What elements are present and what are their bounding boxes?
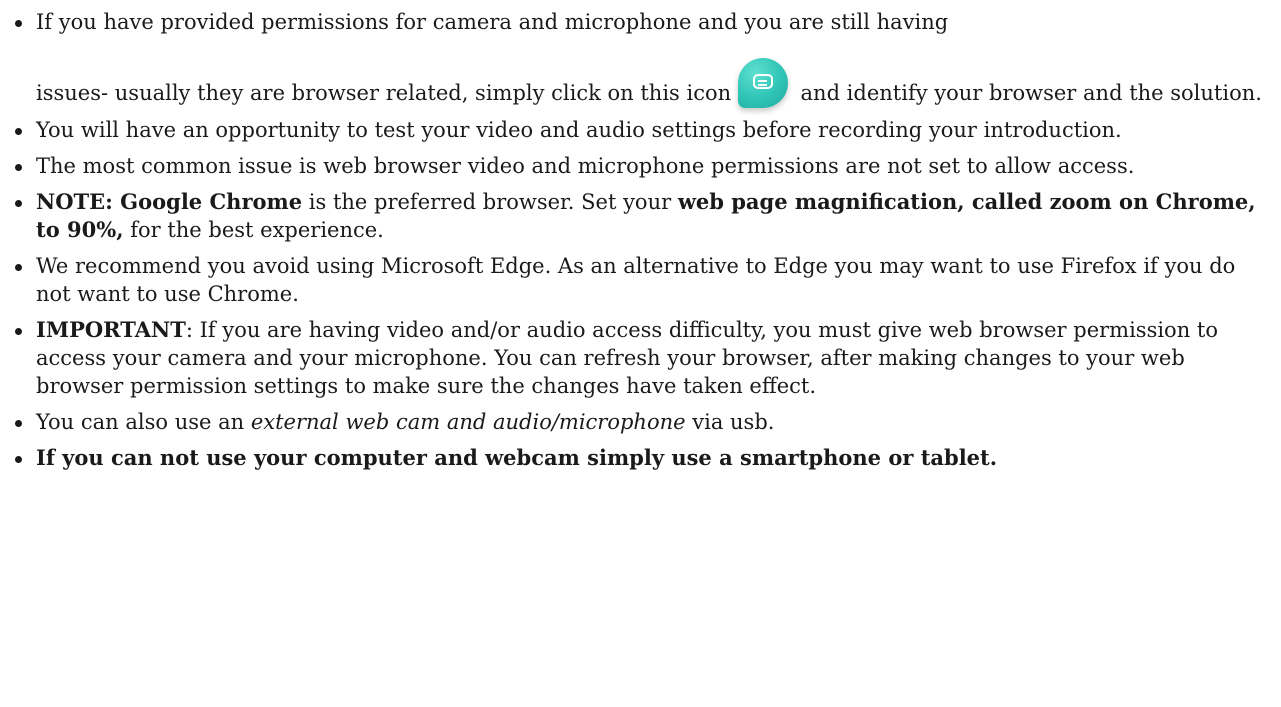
list-item-text: You can also use an — [36, 410, 251, 434]
list-item-bold-text: NOTE: Google Chrome — [36, 189, 303, 214]
troubleshooting-list: If you have provided permissions for cam… — [8, 8, 1276, 480]
list-item-text: and identify your browser and the soluti… — [793, 81, 1262, 105]
list-item-smartphone: If you can not use your computer and web… — [8, 444, 1276, 472]
list-item-bold-text: IMPORTANT — [36, 317, 186, 342]
list-item-common-issue: The most common issue is web browser vid… — [8, 152, 1276, 180]
list-item-text: We recommend you avoid using Microsoft E… — [36, 254, 1236, 306]
list-item-text: is the preferred browser. Set your — [302, 190, 678, 214]
list-item-bold-text: If you can not use your computer and web… — [36, 445, 998, 470]
list-item-text: The most common issue is web browser vid… — [36, 154, 1135, 178]
list-item-text: : If you are having video and/or audio a… — [36, 318, 1218, 398]
chat-bubble-icon[interactable] — [737, 58, 788, 108]
list-item-chrome-note: NOTE: Google Chrome is the preferred bro… — [8, 188, 1276, 244]
list-item-text: If you have provided permissions for cam… — [36, 10, 949, 34]
list-item-important: IMPORTANT: If you are having video and/o… — [8, 316, 1276, 400]
list-item-text: You will have an opportunity to test you… — [36, 118, 1122, 142]
list-item-avoid-edge: We recommend you avoid using Microsoft E… — [8, 252, 1276, 308]
list-item-external-webcam: You can also use an external web cam and… — [8, 408, 1276, 436]
list-item-text: issues- usually they are browser related… — [36, 81, 732, 105]
list-item-italic-text: external web cam and audio/microphone — [250, 410, 686, 434]
list-item-text: via usb. — [685, 410, 775, 434]
list-item-text: for the best experience. — [123, 218, 384, 242]
list-item-test-settings: You will have an opportunity to test you… — [8, 116, 1276, 144]
list-item-permissions: If you have provided permissions for cam… — [8, 8, 1276, 108]
